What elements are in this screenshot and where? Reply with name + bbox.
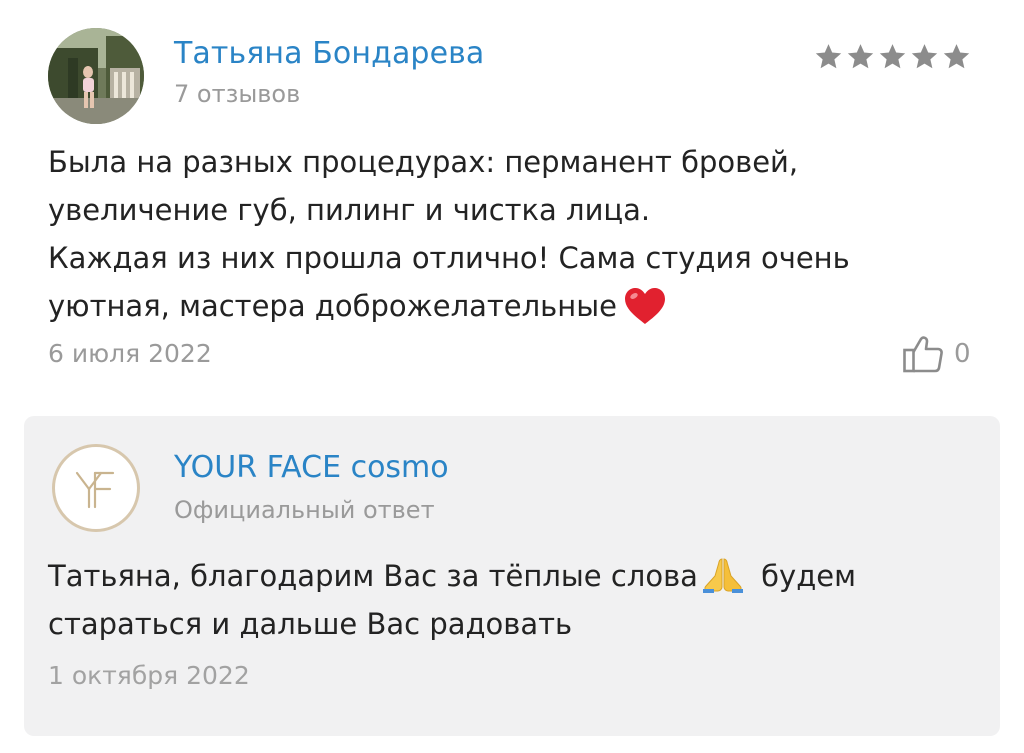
review-text-line: уютная, мастера доброжелательные — [48, 289, 617, 323]
review-text: Была на разных процедурах: перманент бро… — [48, 138, 988, 330]
company-name[interactable]: YOUR FACE cosmo — [174, 448, 449, 488]
heart-emoji-icon — [624, 288, 665, 324]
review-text-line: Каждая из них прошла отлично! Сама студи… — [48, 241, 850, 275]
response-text: Татьяна, благодарим Вас за тёплые слова … — [48, 552, 978, 648]
like-button[interactable]: 0 — [902, 334, 971, 374]
author-avatar[interactable] — [48, 28, 144, 124]
star-icon — [943, 43, 970, 68]
author-name[interactable]: Татьяна Бондарева — [174, 34, 484, 74]
folded-hands-emoji-icon — [702, 558, 743, 593]
review-text-line: увеличение губ, пилинг и чистка лица. — [48, 193, 651, 227]
response-text-line: Татьяна, благодарим Вас за тёплые слова — [48, 559, 698, 593]
like-count: 0 — [954, 339, 971, 369]
star-icon — [911, 43, 938, 68]
star-icon — [847, 43, 874, 68]
star-icon — [815, 43, 842, 68]
response-text-line-first: Татьяна, благодарим Вас за тёплые слова … — [48, 552, 978, 600]
official-response-card: YOUR FACE cosmo Официальный ответ Татьян… — [24, 416, 1000, 736]
avatar-photo-image — [48, 28, 144, 124]
company-logo[interactable] — [52, 444, 140, 532]
thumbs-up-icon — [903, 336, 943, 373]
author-review-count: 7 отзывов — [174, 80, 301, 108]
rating-stars — [814, 36, 971, 76]
your-face-logo-icon — [75, 471, 115, 509]
review-date: 6 июля 2022 — [48, 339, 212, 368]
response-date: 1 октября 2022 — [48, 661, 250, 690]
review-page: Татьяна Бондарева 7 отзывов Была на разн… — [0, 0, 1024, 753]
review-text-line-last: уютная, мастера доброжелательные — [48, 282, 988, 330]
star-icon — [879, 43, 906, 68]
official-response-label: Официальный ответ — [174, 496, 435, 524]
response-text-line: будем — [751, 559, 856, 593]
response-text-line: стараться и дальше Вас радовать — [48, 607, 573, 641]
review-text-line: Была на разных процедурах: перманент бро… — [48, 145, 799, 179]
